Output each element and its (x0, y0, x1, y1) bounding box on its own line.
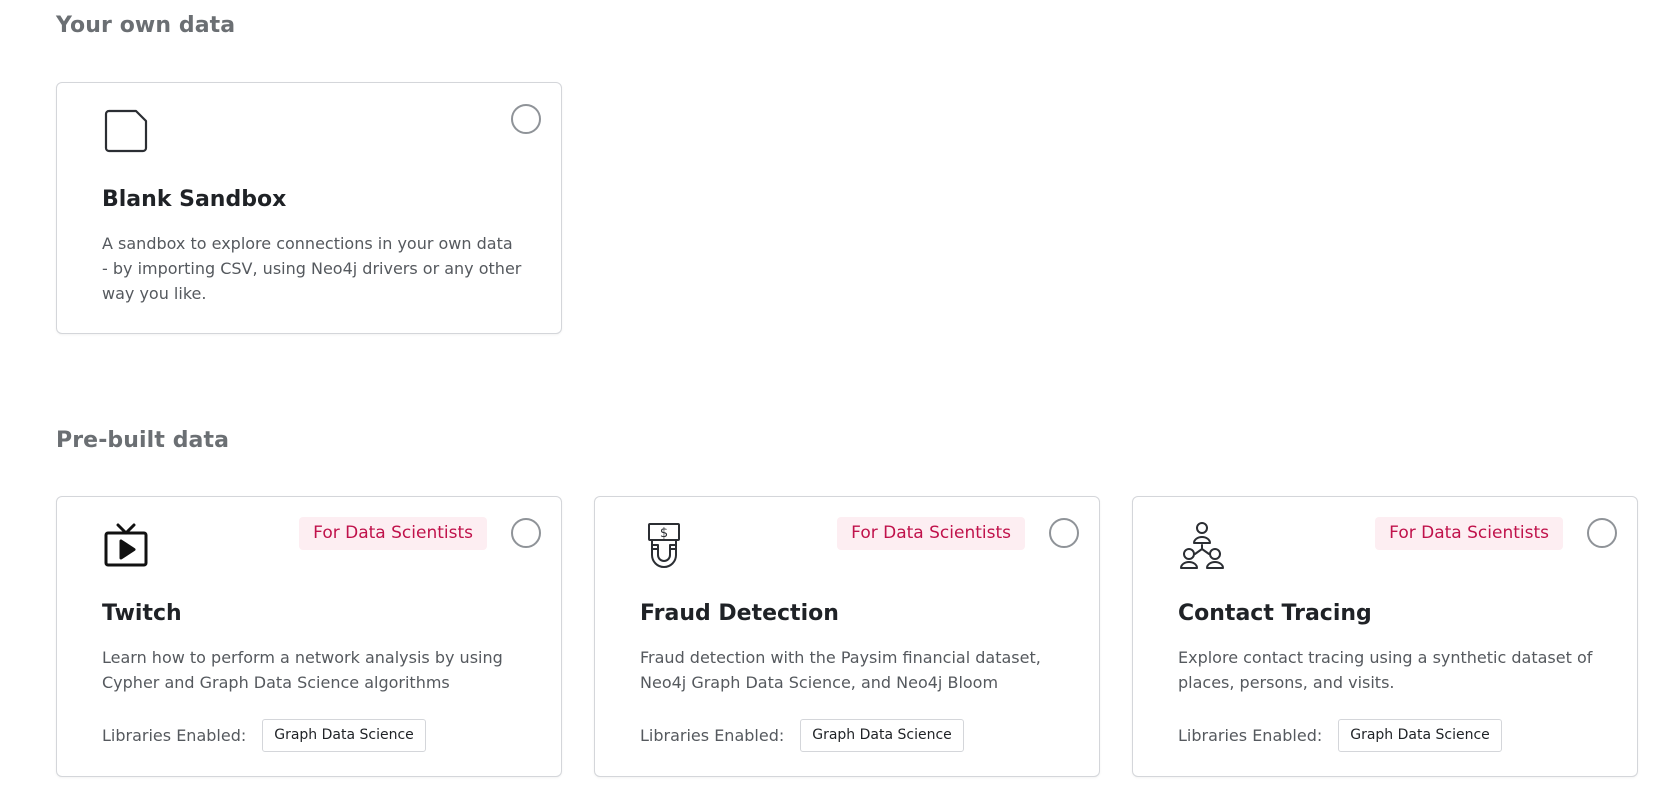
libraries-enabled: Libraries Enabled: Graph Data Science (102, 718, 426, 752)
svg-text:$: $ (660, 526, 668, 541)
section-title-prebuilt-data: Pre-built data (56, 428, 230, 453)
libraries-label: Libraries Enabled: (1178, 725, 1323, 745)
people-network-icon (1178, 521, 1226, 569)
tv-play-icon (102, 521, 150, 569)
card-description: A sandbox to explore connections in your… (102, 234, 522, 303)
audience-badge: For Data Scientists (299, 517, 487, 550)
card-title: Twitch (102, 601, 182, 626)
card-description: Fraud detection with the Paysim financia… (640, 648, 1041, 692)
card-title: Blank Sandbox (102, 187, 287, 212)
card-description: Learn how to perform a network analysis … (102, 648, 503, 692)
libraries-label: Libraries Enabled: (102, 725, 247, 745)
audience-badge: For Data Scientists (837, 517, 1025, 550)
audience-badge: For Data Scientists (1375, 517, 1563, 550)
select-radio-fraud-detection[interactable] (1049, 518, 1079, 548)
libraries-enabled: Libraries Enabled: Graph Data Science (640, 718, 964, 752)
document-icon (102, 107, 150, 155)
card-contact-tracing[interactable]: For Data Scientists Contact Tracing Expl… (1132, 496, 1638, 777)
sandbox-selection-page: Your own data Blank Sandbox A sandbox to… (0, 0, 1659, 785)
card-description: Explore contact tracing using a syntheti… (1178, 648, 1593, 692)
select-radio-twitch[interactable] (511, 518, 541, 548)
libraries-enabled: Libraries Enabled: Graph Data Science (1178, 718, 1502, 752)
libraries-label: Libraries Enabled: (640, 725, 785, 745)
section-title-own-data: Your own data (56, 13, 236, 38)
library-tag: Graph Data Science (800, 718, 964, 752)
library-tag: Graph Data Science (1338, 718, 1502, 752)
dollar-magnet-icon: $ (640, 521, 688, 569)
library-tag: Graph Data Science (262, 718, 426, 752)
card-title: Fraud Detection (640, 601, 839, 626)
card-fraud-detection[interactable]: $ For Data Scientists Fraud Detection Fr… (594, 496, 1100, 777)
select-radio-blank-sandbox[interactable] (511, 104, 541, 134)
card-title: Contact Tracing (1178, 601, 1372, 626)
select-radio-contact-tracing[interactable] (1587, 518, 1617, 548)
card-twitch[interactable]: For Data Scientists Twitch Learn how to … (56, 496, 562, 777)
card-blank-sandbox[interactable]: Blank Sandbox A sandbox to explore conne… (56, 82, 562, 334)
